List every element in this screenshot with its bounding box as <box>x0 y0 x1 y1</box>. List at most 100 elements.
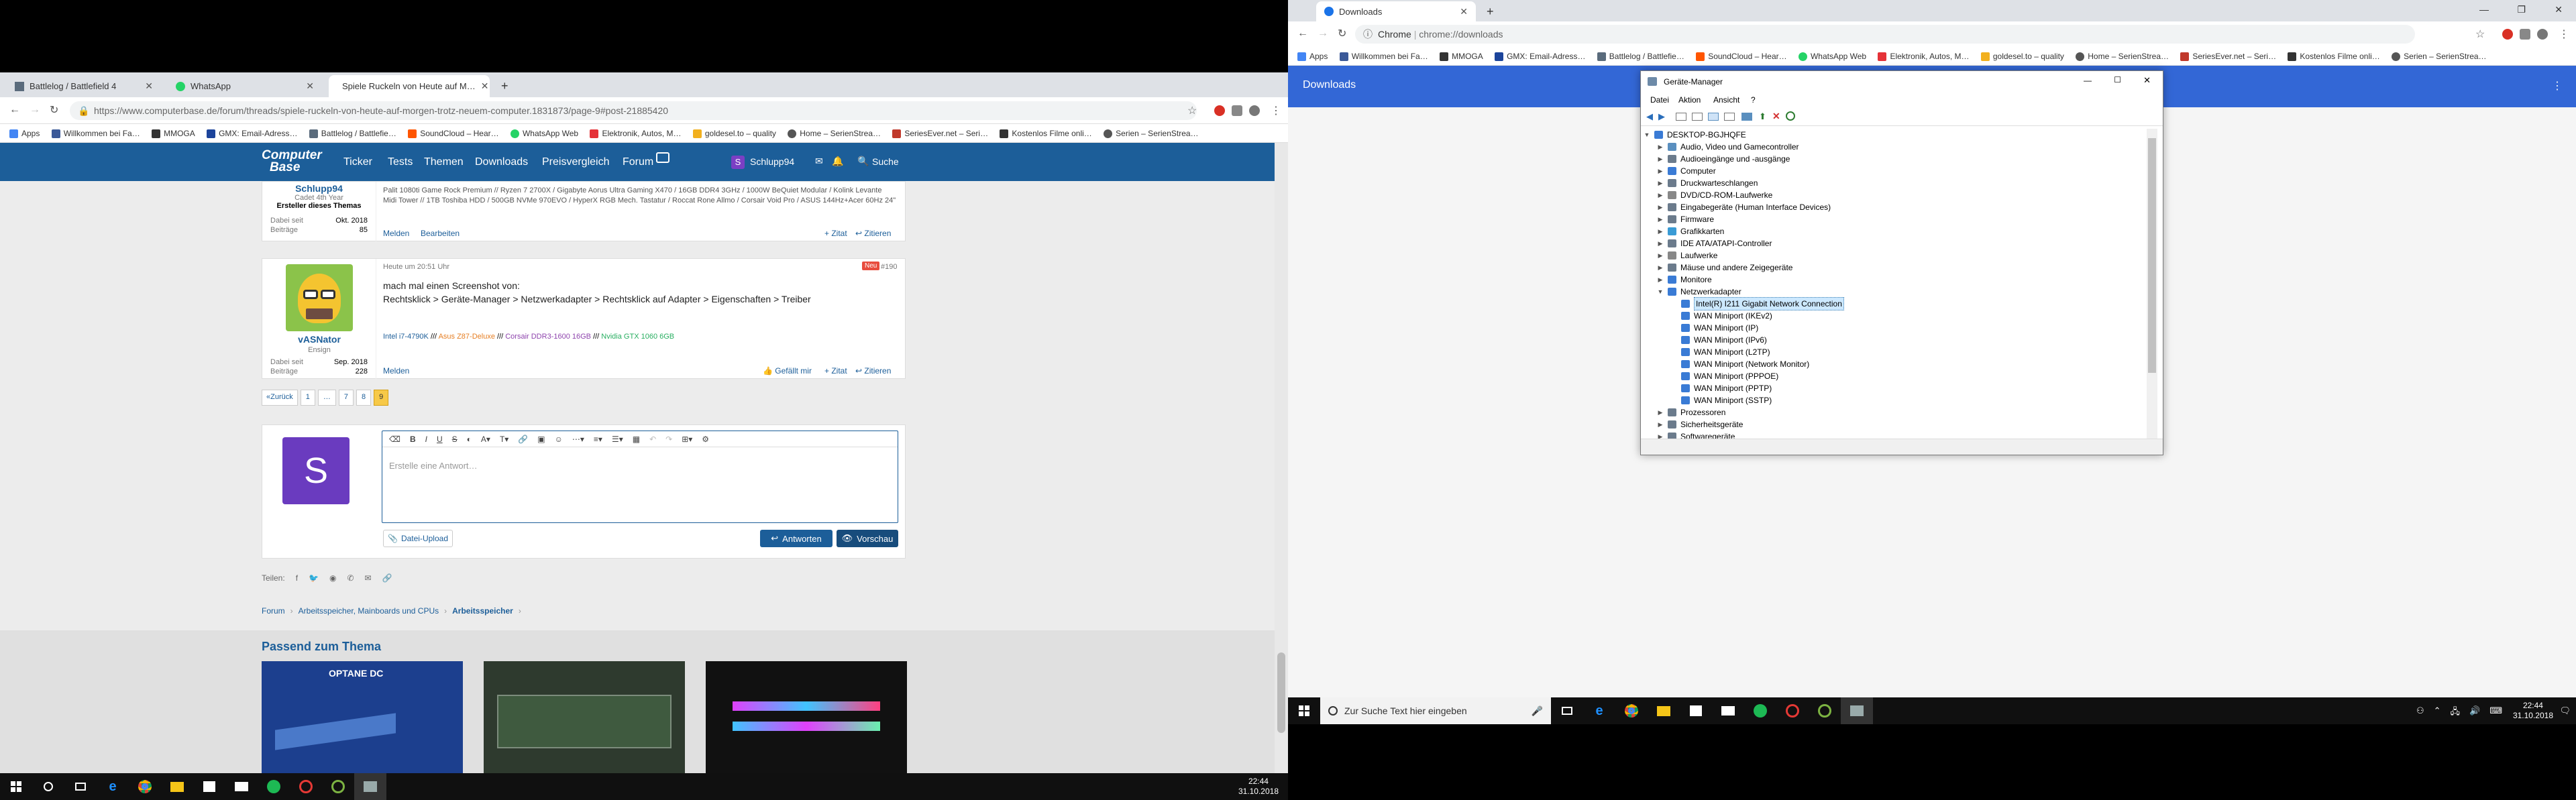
eraser-icon[interactable]: ⌫ <box>389 435 400 444</box>
bookmark-item[interactable]: Elektronik, Autos, M… <box>1878 47 1970 65</box>
post-username[interactable]: Schlupp94 <box>262 183 376 194</box>
nav-forum[interactable]: Forum <box>623 143 653 181</box>
device-tree-node[interactable]: WAN Miniport (IP) <box>1670 322 1758 334</box>
media-player-icon[interactable] <box>290 773 322 800</box>
extension-icon[interactable] <box>1214 105 1225 116</box>
search-icon[interactable]: 🔍 <box>857 156 869 167</box>
collapse-icon[interactable]: ▼ <box>1657 286 1664 298</box>
star-icon[interactable]: ☆ <box>1187 104 1197 117</box>
tab-whatsapp[interactable]: WhatsApp ✕ <box>168 75 322 97</box>
scrollbar-thumb[interactable] <box>2148 138 2156 373</box>
media-player-icon[interactable] <box>1776 697 1809 724</box>
extension-icon[interactable] <box>2502 29 2513 40</box>
device-tree-node[interactable]: ▼ Netzwerkadapter <box>1657 286 1741 298</box>
menu-dots-icon[interactable]: ⋮ <box>1271 104 1281 117</box>
close-window-icon[interactable]: ✕ <box>2143 75 2151 86</box>
close-icon[interactable]: ✕ <box>481 80 489 92</box>
preview-button[interactable]: 👁 Vorschau <box>837 530 898 547</box>
related-thumb-1[interactable]: OPTANE DC <box>262 661 463 773</box>
related-thumb-3[interactable] <box>706 661 907 773</box>
pagination-ellipsis[interactable]: … <box>317 390 336 406</box>
bookmark-item[interactable]: Kostenlos Filme onli… <box>1000 124 1092 142</box>
reload-icon[interactable]: ↻ <box>1338 27 1346 40</box>
keyboard-icon[interactable]: ⌨ <box>2489 705 2502 720</box>
bookmark-item[interactable]: Battlelog / Battlefie… <box>309 124 396 142</box>
collapse-icon[interactable]: ▼ <box>1644 129 1650 141</box>
bookmark-item[interactable]: GMX: Email-Adress… <box>1495 47 1585 65</box>
extension-icon-2[interactable] <box>1232 105 1242 116</box>
align-icon[interactable]: ≡▾ <box>594 435 602 444</box>
new-tab-button[interactable]: + <box>493 75 513 97</box>
device-tree-node[interactable]: ▶ Sicherheitsgeräte <box>1657 418 1743 431</box>
bookmark-item[interactable]: goldesel.to – quality <box>692 124 776 142</box>
more-icon[interactable]: ⋯▾ <box>572 435 584 444</box>
nav-themen[interactable]: Themen <box>424 143 464 181</box>
page-scrollbar[interactable] <box>1275 143 1288 773</box>
pagination-prev[interactable]: «Zurück <box>262 390 298 406</box>
tab-battlelog[interactable]: Battlelog / Battlefield 4 ✕ <box>7 75 161 97</box>
bell-icon[interactable]: 🔔 <box>832 156 843 167</box>
expand-icon[interactable]: ▶ <box>1657 274 1664 286</box>
device-tree-node[interactable]: ▶ Laufwerke <box>1657 249 1718 262</box>
chevron-up-icon[interactable]: ⌃ <box>2434 705 2441 720</box>
view-icon[interactable] <box>1676 113 1686 121</box>
expand-icon[interactable]: ▶ <box>1657 237 1664 249</box>
nav-downloads[interactable]: Downloads <box>475 143 528 181</box>
underline-icon[interactable]: U <box>437 435 443 444</box>
minimize-icon[interactable]: — <box>2084 76 2092 85</box>
device-tree-node[interactable]: ▶ Softwaregeräte <box>1657 431 1735 439</box>
update-driver-icon[interactable] <box>1724 113 1735 121</box>
uninstall-icon[interactable]: ✕ <box>1772 111 1780 122</box>
reply-quote-button[interactable]: ↩ Zitieren <box>855 229 891 238</box>
bookmark-item[interactable]: MMOGA <box>152 124 195 142</box>
like-button[interactable]: 👍 Gefällt mir <box>763 366 812 376</box>
notification-icon[interactable]: 🗨 <box>2559 705 2571 716</box>
store-icon[interactable] <box>1680 697 1712 724</box>
bookmark-item[interactable]: Serien – SerienStrea… <box>1104 124 1199 142</box>
taskbar-clock[interactable]: 22:44 31.10.2018 <box>1238 777 1279 797</box>
undo-icon[interactable]: ↶ <box>649 435 656 444</box>
search-icon[interactable] <box>32 773 64 800</box>
post-username[interactable]: vASNator <box>262 334 376 345</box>
size-icon[interactable]: T▾ <box>500 435 508 444</box>
post-number[interactable]: #190 <box>881 263 897 271</box>
device-tree-node[interactable]: ▶ Firmware <box>1657 213 1714 225</box>
reply-input[interactable]: Erstelle eine Antwort… <box>389 461 478 471</box>
menu-dots-icon[interactable]: ⋮ <box>2559 27 2569 41</box>
menu-ansicht[interactable]: Ansicht <box>1713 93 1739 107</box>
network-icon[interactable]: 🖧 <box>2451 705 2461 720</box>
close-icon[interactable]: ✕ <box>1460 6 1468 17</box>
pagination-page-7[interactable]: 7 <box>338 390 354 406</box>
user-avatar[interactable] <box>286 264 353 331</box>
maximize-icon[interactable]: ☐ <box>2114 75 2121 84</box>
back-icon[interactable]: ◀ <box>1646 111 1653 122</box>
device-tree-node[interactable]: ▶ Eingabegeräte (Human Interface Devices) <box>1657 201 1831 213</box>
expand-icon[interactable]: ▶ <box>1657 165 1664 177</box>
nav-tests[interactable]: Tests <box>388 143 413 181</box>
nav-ticker[interactable]: Ticker <box>343 143 372 181</box>
device-tree-node[interactable]: WAN Miniport (SSTP) <box>1670 394 1772 406</box>
spotify-icon[interactable] <box>1744 697 1776 724</box>
search-link[interactable]: Suche <box>872 143 899 181</box>
new-tab-button[interactable]: + <box>1479 1 1499 21</box>
quote-button[interactable]: + Zitat <box>824 229 847 238</box>
device-tree-node[interactable]: ▼ DESKTOP-BGJHQFE <box>1644 129 1746 141</box>
color-icon[interactable]: ◐ <box>467 435 472 444</box>
scan-hardware-icon[interactable] <box>1741 113 1752 121</box>
device-tree-node[interactable]: WAN Miniport (IPv6) <box>1670 334 1767 346</box>
enable-device-icon[interactable] <box>1786 111 1795 121</box>
file-explorer-icon[interactable] <box>161 773 193 800</box>
bookmark-item[interactable]: SoundCloud – Hear… <box>408 124 499 142</box>
pagination-page-9-current[interactable]: 9 <box>374 390 389 406</box>
file-explorer-icon[interactable] <box>1648 697 1680 724</box>
minimize-icon[interactable]: — <box>2479 4 2489 15</box>
chrome-icon[interactable] <box>129 773 161 800</box>
device-tree-node[interactable]: ▶ Druckwarteschlangen <box>1657 177 1758 189</box>
maximize-icon[interactable]: ❐ <box>2517 4 2526 15</box>
mail-icon[interactable] <box>1712 697 1744 724</box>
task-view-icon[interactable] <box>64 773 97 800</box>
email-share-icon[interactable]: ✉ <box>365 573 372 583</box>
facebook-share-icon[interactable]: f <box>296 573 298 583</box>
device-manager-taskbar-icon[interactable] <box>354 773 386 800</box>
bookmark-item[interactable]: GMX: Email-Adress… <box>207 124 297 142</box>
